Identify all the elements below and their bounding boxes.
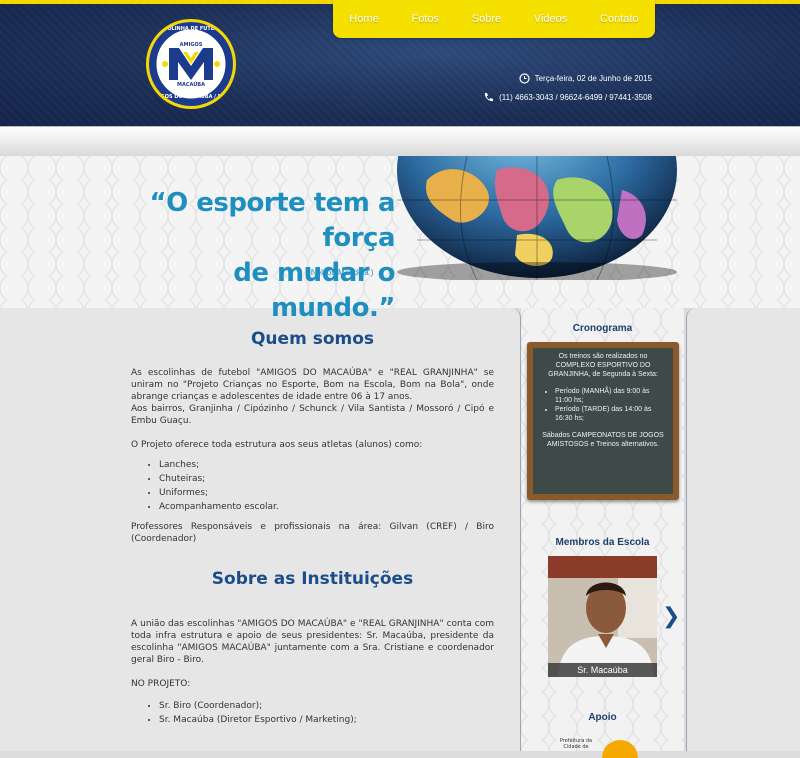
quem-somos-title: Quem somos bbox=[250, 329, 375, 349]
phone-info: (11) 4663-3043 / 96624-6499 / 97441-3508 bbox=[483, 92, 652, 103]
sobre-p2: NO PROJETO: bbox=[131, 679, 191, 689]
quem-somos-body: As escolinhas de futebol "AMIGOS DO MACA… bbox=[131, 367, 494, 545]
list-item: Lanches; bbox=[159, 459, 494, 471]
list-item: Acompanhamento escolar. bbox=[159, 501, 494, 513]
quote-author: ( Nelson Mandela ) bbox=[306, 268, 374, 277]
school-logo[interactable]: ESCOLINHA DE FUTEBOL AMIGOS MACAÚBA AMIG… bbox=[146, 19, 236, 109]
cronograma-title: Cronograma bbox=[572, 323, 633, 334]
nav-contato[interactable]: Contato bbox=[600, 13, 639, 25]
logo-text-amigos: AMIGOS bbox=[179, 42, 203, 48]
offer-list: Lanches; Chuteiras; Uniformes; Acompanha… bbox=[131, 459, 494, 513]
member-photo[interactable] bbox=[548, 556, 657, 677]
schedule-item: Período (MANHÃ) das 9:00 às 11:00 hs; bbox=[555, 387, 667, 405]
sponsor-text: Prefeitura da Cidade de bbox=[559, 738, 593, 750]
logo-text-bottom: AMIGOS DO MACAÚBA / REAL bbox=[149, 94, 233, 100]
sobre-p1: A união das escolinhas "AMIGOS DO MACAÚB… bbox=[131, 619, 494, 665]
membros-title: Membros da Escola bbox=[555, 537, 650, 548]
schedule-intro: Os treinos são realizados no COMPLEXO ES… bbox=[548, 353, 658, 378]
main-nav: Home Fotos Sobre Videos Contato bbox=[333, 0, 655, 38]
date-info: Terça-feira, 02 de Junho de 2015 bbox=[518, 73, 652, 84]
list-item: Uniformes; bbox=[159, 487, 494, 499]
sobre-title: Sobre as Instituições bbox=[211, 569, 414, 589]
nav-sobre[interactable]: Sobre bbox=[472, 13, 501, 25]
quote-line-1: “O esporte tem a força bbox=[149, 188, 395, 254]
hero-quote: “O esporte tem a força de mudar o mundo.… bbox=[135, 186, 395, 326]
nav-home[interactable]: Home bbox=[349, 13, 378, 25]
section-sobre-header: Sobre as Instituições bbox=[131, 569, 494, 589]
sponsor-logo[interactable]: Prefeitura da Cidade de bbox=[556, 738, 646, 758]
quem-somos-p2: Aos bairros, Granjinha / Cipózinho / Sch… bbox=[131, 404, 494, 426]
section-quem-somos-header: Quem somos bbox=[131, 329, 494, 349]
globe-image bbox=[397, 156, 677, 280]
member-portrait bbox=[548, 556, 657, 677]
chevron-right-icon[interactable]: ❯ bbox=[662, 604, 680, 629]
sobre-body: A união das escolinhas "AMIGOS DO MACAÚB… bbox=[131, 618, 494, 728]
list-item: Sr. Biro (Coordenador); bbox=[159, 700, 494, 712]
logo-text-macauba: MACAÚBA bbox=[177, 82, 205, 88]
schedule-list: Período (MANHÃ) das 9:00 às 11:00 hs; Pe… bbox=[539, 387, 667, 423]
apoio-title: Apoio bbox=[588, 712, 617, 723]
phone-numbers: (11) 4663-3043 / 96624-6499 / 97441-3508 bbox=[499, 93, 652, 102]
nav-fotos[interactable]: Fotos bbox=[411, 13, 439, 25]
quem-somos-p1: As escolinhas de futebol "AMIGOS DO MACA… bbox=[131, 368, 494, 402]
list-item: Chuteiras; bbox=[159, 473, 494, 485]
clock-icon bbox=[518, 73, 530, 84]
right-column bbox=[686, 308, 800, 751]
current-date: Terça-feira, 02 de Junho de 2015 bbox=[534, 74, 652, 83]
project-list: Sr. Biro (Coordenador); Sr. Macaúba (Dir… bbox=[131, 700, 494, 726]
quem-somos-p4: Professores Responsáveis e profissionais… bbox=[131, 522, 494, 544]
sponsor-emblem-icon bbox=[602, 740, 638, 758]
nav-videos[interactable]: Videos bbox=[534, 13, 567, 25]
quote-line-2: de mudar o mundo.” bbox=[233, 258, 395, 324]
schedule-item: Período (TARDE) das 14:00 às 16:30 hs; bbox=[555, 405, 667, 423]
member-name: Sr. Macaúba bbox=[548, 663, 657, 677]
schedule-outro: Sábados CAMPEONATOS DE JOGOS AMISTOSOS e… bbox=[542, 432, 664, 448]
logo-text-top: ESCOLINHA DE FUTEBOL bbox=[156, 26, 226, 32]
quem-somos-p3: O Projeto oferece toda estrutura aos seu… bbox=[131, 440, 423, 450]
list-item: Sr. Macaúba (Diretor Esportivo / Marketi… bbox=[159, 714, 494, 726]
phone-icon bbox=[483, 92, 494, 103]
schedule-chalkboard: Os treinos são realizados no COMPLEXO ES… bbox=[527, 342, 679, 500]
